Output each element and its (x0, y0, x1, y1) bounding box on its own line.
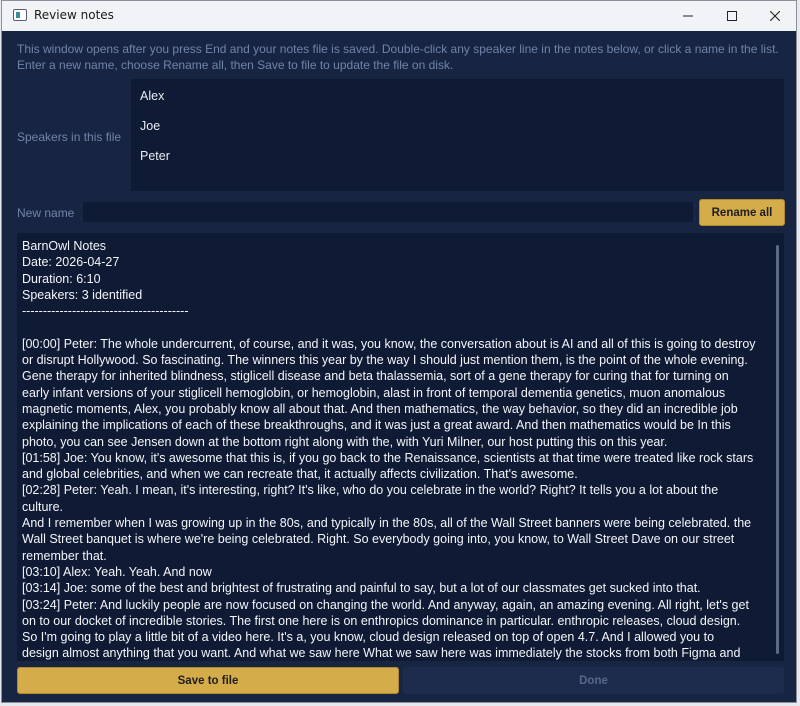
rename-all-button[interactable]: Rename all (699, 199, 785, 226)
close-button[interactable] (753, 1, 796, 31)
notes-text-area[interactable]: BarnOwl Notes Date: 2026-04-27 Duration:… (17, 233, 784, 661)
done-button[interactable]: Done (403, 667, 784, 694)
maximize-button[interactable] (710, 1, 754, 31)
notes-content: BarnOwl Notes Date: 2026-04-27 Duration:… (22, 239, 756, 661)
speaker-item-peter[interactable]: Peter (131, 147, 784, 177)
minimize-icon (683, 15, 693, 17)
title-bar[interactable]: Review notes (2, 1, 796, 31)
app-window-icon (13, 9, 27, 21)
window-title: Review notes (34, 8, 114, 22)
speaker-item-joe[interactable]: Joe (131, 117, 784, 147)
save-to-file-button[interactable]: Save to file (17, 667, 399, 694)
new-name-label: New name (17, 206, 75, 220)
maximize-icon (727, 11, 737, 21)
minimize-button[interactable] (666, 1, 710, 31)
close-icon (770, 11, 780, 21)
speaker-item-alex[interactable]: Alex (131, 87, 784, 117)
speaker-list[interactable]: Alex Joe Peter (131, 79, 784, 191)
new-name-input[interactable] (83, 202, 693, 222)
notes-scrollbar[interactable] (776, 245, 779, 654)
review-notes-window: Review notes This window opens after you… (1, 0, 797, 703)
instructions-text: This window opens after you press End an… (17, 42, 779, 72)
speakers-label: Speakers in this file (17, 130, 122, 144)
